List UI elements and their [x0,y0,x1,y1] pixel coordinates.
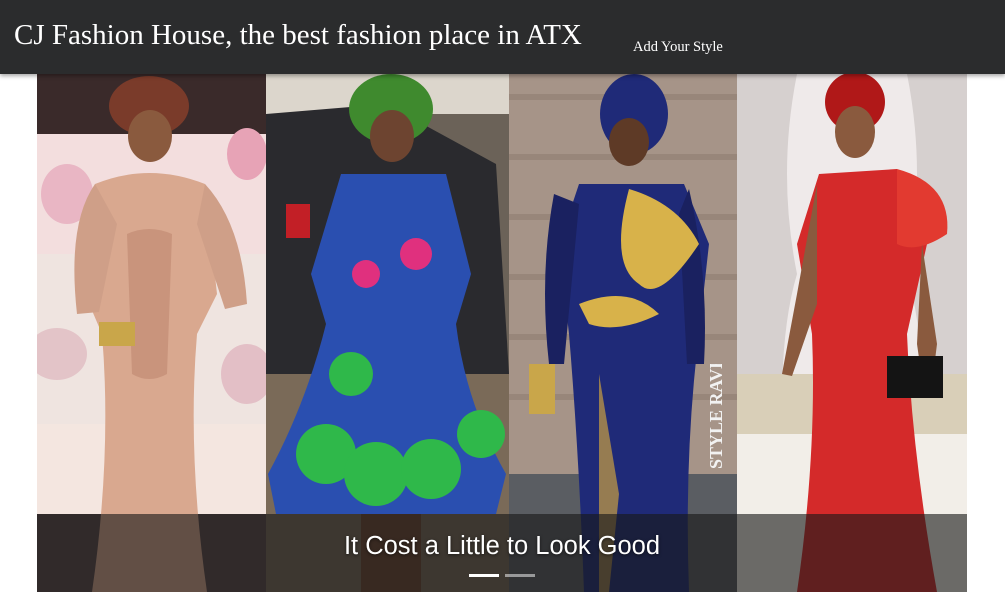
add-your-style-link[interactable]: Add Your Style [633,39,723,56]
brand-title[interactable]: CJ Fashion House, the best fashion place… [14,19,582,52]
svg-text:STYLE RAVE: STYLE RAVE [706,364,726,469]
top-navbar: CJ Fashion House, the best fashion place… [0,0,1005,74]
carousel-indicator-2[interactable] [505,574,535,577]
image-carousel[interactable]: STYLE RAVE It Cost a Little to Look Good [37,74,967,592]
style-rave-watermark: STYLE RAVE [706,364,726,469]
carousel-indicators [469,574,535,578]
carousel-caption: It Cost a Little to Look Good [343,532,661,560]
carousel-indicator-1[interactable] [469,574,499,577]
